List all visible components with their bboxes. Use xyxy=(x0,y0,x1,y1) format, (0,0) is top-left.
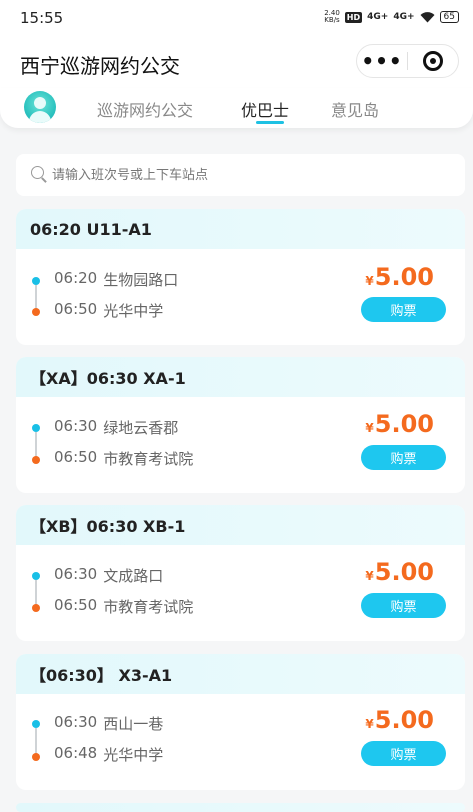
route-card[interactable]: 【XA】06:30 XA-1 06:30 绿地云香郡 06:50 市教育考试院 … xyxy=(16,357,465,493)
ticket-price: ¥ 5.00 xyxy=(365,706,434,734)
price-amount: 5.00 xyxy=(374,558,434,586)
signal-icon-2: 4G+ xyxy=(393,12,415,22)
status-bar: 15:55 2.40 KB/s HD 4G+ 4G+ 65 xyxy=(0,0,473,34)
ticket-price: ¥ 5.00 xyxy=(365,263,434,291)
start-stop-dot xyxy=(32,424,40,432)
avatar[interactable] xyxy=(24,91,56,123)
end-stop-dot xyxy=(32,308,40,316)
start-stop-dot xyxy=(32,720,40,728)
end-time: 06:50 xyxy=(54,596,98,614)
tab-youbus[interactable]: 优巴士 xyxy=(241,97,289,121)
route-card[interactable]: 【XB】06:30 XB-1 06:30 文成路口 06:50 市教育考试院 ¥… xyxy=(16,505,465,641)
route-card[interactable]: 06:20 U11-A1 06:20 生物园路口 06:50 光华中学 ¥ 5.… xyxy=(16,209,465,345)
end-stop-name: 市教育考试院 xyxy=(103,450,194,468)
search-icon xyxy=(31,166,47,183)
tab-header: 巡游网约公交 优巴士 意见岛 xyxy=(0,88,473,128)
buy-ticket-button[interactable]: 购票 xyxy=(361,297,446,322)
price-amount: 5.00 xyxy=(374,263,434,291)
currency-symbol: ¥ xyxy=(365,421,374,435)
battery-icon: 65 xyxy=(439,11,459,23)
status-icons: 2.40 KB/s HD 4G+ 4G+ 65 xyxy=(324,10,459,24)
start-stop: 06:30 西山一巷 xyxy=(54,713,163,734)
end-stop-name: 光华中学 xyxy=(103,302,164,320)
route-card-partial xyxy=(16,803,465,812)
mini-program-capsule: ••• xyxy=(356,44,459,78)
end-time: 06:50 xyxy=(54,448,98,466)
hd-icon: HD xyxy=(344,11,363,23)
price-amount: 5.00 xyxy=(374,706,434,734)
start-stop: 06:30 文成路口 xyxy=(54,565,163,586)
start-time: 06:30 xyxy=(54,417,98,435)
price-amount: 5.00 xyxy=(374,410,434,438)
end-stop: 06:48 光华中学 xyxy=(54,744,163,765)
start-time: 06:20 xyxy=(54,269,98,287)
search-input[interactable] xyxy=(52,154,452,196)
end-time: 06:50 xyxy=(54,300,98,318)
start-stop-name: 生物园路口 xyxy=(103,271,179,289)
ticket-price: ¥ 5.00 xyxy=(365,558,434,586)
end-stop: 06:50 市教育考试院 xyxy=(54,448,193,469)
currency-symbol: ¥ xyxy=(365,717,374,731)
app-title: 西宁巡游网约公交 xyxy=(20,54,180,78)
start-stop-name: 西山一巷 xyxy=(103,715,164,733)
route-title: 【XB】06:30 XB-1 xyxy=(16,505,465,545)
buy-ticket-button[interactable]: 购票 xyxy=(361,593,446,618)
network-speed-unit: KB/s xyxy=(324,16,340,24)
end-stop-name: 光华中学 xyxy=(103,746,164,764)
close-button[interactable] xyxy=(408,45,458,77)
start-time: 06:30 xyxy=(54,565,98,583)
end-stop: 06:50 市教育考试院 xyxy=(54,596,193,617)
start-stop-name: 绿地云香郡 xyxy=(103,419,179,437)
buy-ticket-button[interactable]: 购票 xyxy=(361,445,446,470)
route-line xyxy=(35,285,37,309)
wifi-icon xyxy=(420,12,435,23)
tab-feedback[interactable]: 意见岛 xyxy=(331,97,379,121)
search-bar xyxy=(16,154,465,196)
target-close-icon xyxy=(423,51,443,71)
tab-cruise-bus[interactable]: 巡游网约公交 xyxy=(97,97,193,121)
start-stop-name: 文成路口 xyxy=(103,567,164,585)
buy-ticket-button[interactable]: 购票 xyxy=(361,741,446,766)
more-button[interactable]: ••• xyxy=(357,45,407,77)
route-line xyxy=(35,728,37,754)
end-stop-dot xyxy=(32,753,40,761)
start-time: 06:30 xyxy=(54,713,98,731)
ticket-price: ¥ 5.00 xyxy=(365,410,434,438)
start-stop-dot xyxy=(32,277,40,285)
end-stop-name: 市教育考试院 xyxy=(103,598,194,616)
route-title-partial xyxy=(16,803,465,812)
route-card[interactable]: 【06:30】 X3-A1 06:30 西山一巷 06:48 光华中学 ¥ 5.… xyxy=(16,654,465,790)
currency-symbol: ¥ xyxy=(365,274,374,288)
route-line xyxy=(35,580,37,605)
route-title: 【XA】06:30 XA-1 xyxy=(16,357,465,397)
status-time: 15:55 xyxy=(20,9,64,27)
end-stop-dot xyxy=(32,604,40,612)
start-stop: 06:20 生物园路口 xyxy=(54,269,178,290)
end-stop: 06:50 光华中学 xyxy=(54,300,163,321)
network-speed: 2.40 KB/s xyxy=(324,10,340,24)
route-title: 06:20 U11-A1 xyxy=(16,209,465,249)
active-tab-indicator xyxy=(256,121,284,124)
route-title: 【06:30】 X3-A1 xyxy=(16,654,465,694)
start-stop: 06:30 绿地云香郡 xyxy=(54,417,178,438)
signal-icon-1: 4G+ xyxy=(367,12,389,22)
currency-symbol: ¥ xyxy=(365,569,374,583)
title-bar: 西宁巡游网约公交 ••• xyxy=(0,34,473,88)
end-time: 06:48 xyxy=(54,744,98,762)
end-stop-dot xyxy=(32,456,40,464)
route-line xyxy=(35,432,37,457)
start-stop-dot xyxy=(32,572,40,580)
ellipsis-icon: ••• xyxy=(361,49,403,73)
